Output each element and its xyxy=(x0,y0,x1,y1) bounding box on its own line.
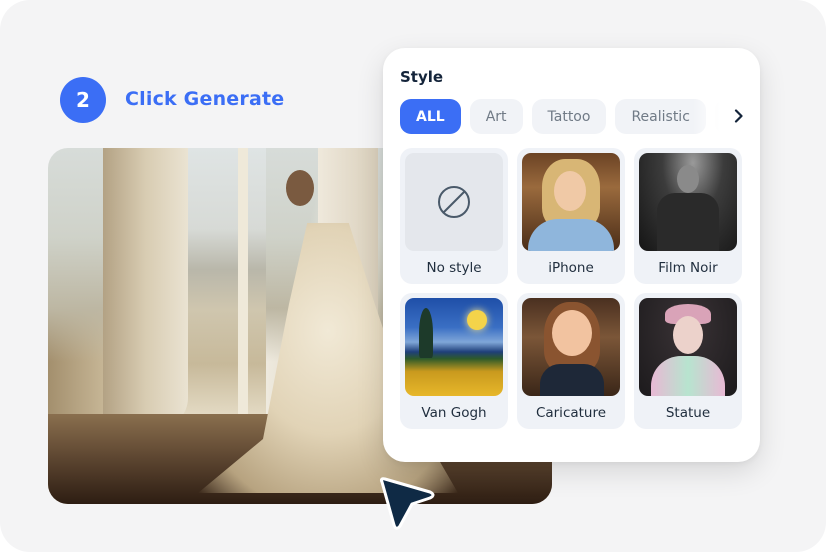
thumb-sun xyxy=(467,310,487,330)
thumb-shirt xyxy=(528,219,614,251)
thumb-face xyxy=(554,171,586,211)
style-label: iPhone xyxy=(548,260,594,276)
thumb-face xyxy=(673,316,703,354)
style-panel: Style ALL Art Tattoo Realistic F No styl… xyxy=(383,48,760,462)
thumb-body xyxy=(651,356,725,396)
tab-tattoo[interactable]: Tattoo xyxy=(531,99,607,134)
style-label: Statue xyxy=(665,405,711,421)
style-thumb-film-noir xyxy=(639,153,737,251)
thumb-suit xyxy=(657,193,719,251)
panel-title: Style xyxy=(400,68,444,86)
tabs-fade-overlay xyxy=(693,99,733,135)
thumb-cypress xyxy=(419,308,433,358)
style-tile-film-noir[interactable]: Film Noir xyxy=(634,148,742,284)
style-tile-no-style[interactable]: No style xyxy=(400,148,508,284)
photo-head xyxy=(286,170,314,206)
style-label: Caricature xyxy=(535,405,607,421)
thumb-top xyxy=(540,364,604,396)
thumb-face xyxy=(552,310,592,356)
style-thumb-caricature xyxy=(522,298,620,396)
thumb-head xyxy=(677,165,699,193)
no-style-icon xyxy=(438,186,470,218)
step-number: 2 xyxy=(76,88,90,112)
tab-all[interactable]: ALL xyxy=(400,99,461,134)
style-thumb-statue xyxy=(639,298,737,396)
style-label: Van Gogh xyxy=(421,405,487,421)
style-tile-van-gogh[interactable]: Van Gogh xyxy=(400,293,508,429)
style-label: No style xyxy=(426,260,482,276)
cursor-arrow-icon xyxy=(379,477,435,530)
style-thumb-van-gogh xyxy=(405,298,503,396)
style-tile-statue[interactable]: Statue xyxy=(634,293,742,429)
style-grid: No style iPhone Film Noir Van Gogh Caric… xyxy=(400,148,743,429)
photo-window xyxy=(186,148,266,418)
style-thumb-iphone xyxy=(522,153,620,251)
style-tile-iphone[interactable]: iPhone xyxy=(517,148,625,284)
tabs-next-button[interactable] xyxy=(729,106,749,126)
photo-window-frame xyxy=(238,148,248,418)
chevron-right-icon xyxy=(734,109,743,123)
style-label: Film Noir xyxy=(658,260,718,276)
style-tile-caricature[interactable]: Caricature xyxy=(517,293,625,429)
style-thumb xyxy=(405,153,503,251)
style-category-tabs: ALL Art Tattoo Realistic F xyxy=(400,99,730,135)
photo-curtain-left xyxy=(103,148,188,428)
step-instruction: Click Generate xyxy=(125,88,285,110)
step-number-badge: 2 xyxy=(60,77,106,123)
tab-art[interactable]: Art xyxy=(469,99,523,134)
